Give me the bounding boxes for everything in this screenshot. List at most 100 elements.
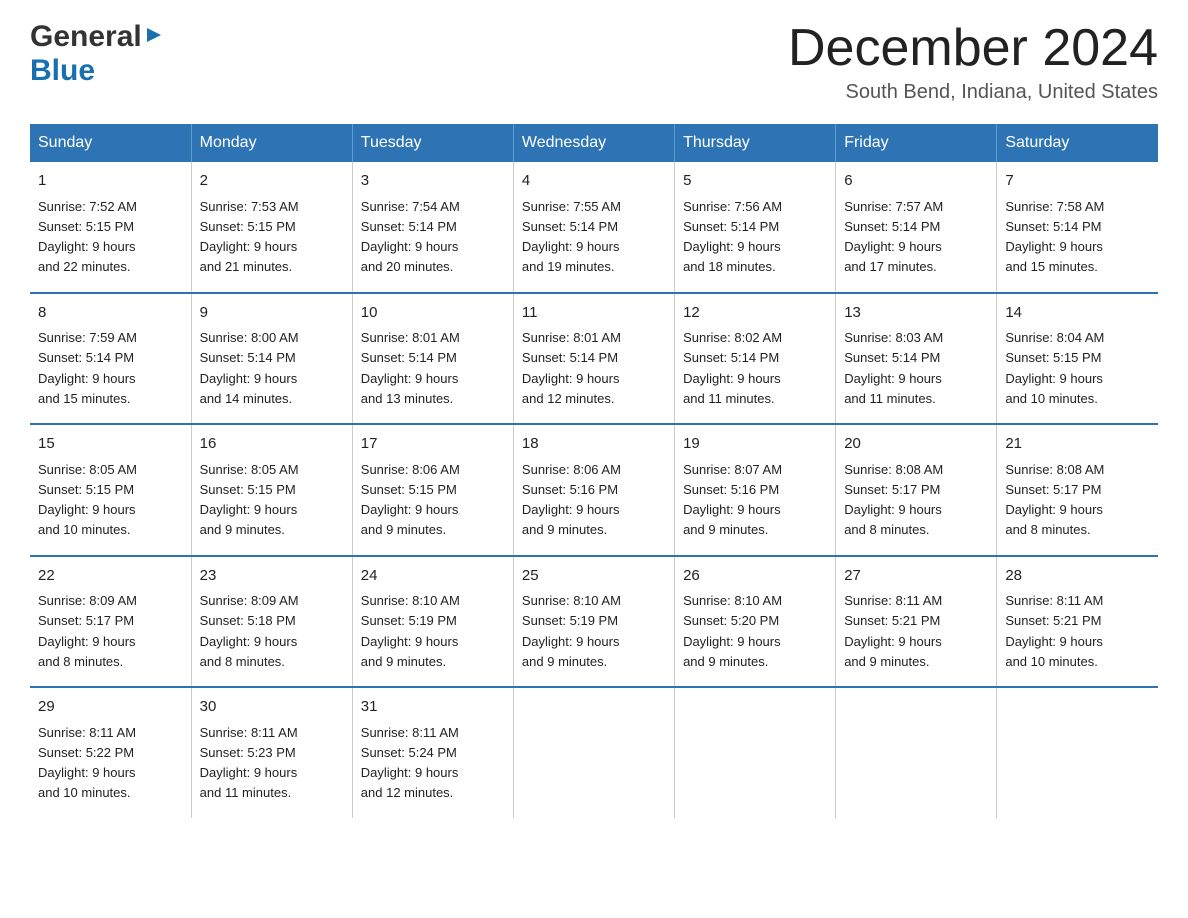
day-number: 2 bbox=[200, 170, 344, 193]
calendar-cell: 29 Sunrise: 8:11 AMSunset: 5:22 PMDaylig… bbox=[30, 687, 191, 818]
logo: General Blue bbox=[30, 20, 163, 88]
calendar-cell: 18 Sunrise: 8:06 AMSunset: 5:16 PMDaylig… bbox=[513, 424, 674, 556]
day-number: 18 bbox=[522, 433, 666, 456]
day-info: Sunrise: 8:05 AMSunset: 5:15 PMDaylight:… bbox=[38, 462, 137, 538]
calendar-cell: 17 Sunrise: 8:06 AMSunset: 5:15 PMDaylig… bbox=[352, 424, 513, 556]
day-info: Sunrise: 8:09 AMSunset: 5:18 PMDaylight:… bbox=[200, 593, 299, 669]
day-info: Sunrise: 8:02 AMSunset: 5:14 PMDaylight:… bbox=[683, 330, 782, 406]
day-number: 24 bbox=[361, 565, 505, 588]
logo-blue-text: Blue bbox=[30, 54, 95, 88]
month-title: December 2024 bbox=[788, 20, 1158, 77]
day-number: 8 bbox=[38, 302, 183, 325]
calendar-cell: 25 Sunrise: 8:10 AMSunset: 5:19 PMDaylig… bbox=[513, 556, 674, 688]
col-tuesday: Tuesday bbox=[352, 124, 513, 162]
day-number: 19 bbox=[683, 433, 827, 456]
day-info: Sunrise: 8:01 AMSunset: 5:14 PMDaylight:… bbox=[522, 330, 621, 406]
calendar-cell: 20 Sunrise: 8:08 AMSunset: 5:17 PMDaylig… bbox=[836, 424, 997, 556]
day-number: 14 bbox=[1005, 302, 1150, 325]
day-number: 6 bbox=[844, 170, 988, 193]
day-number: 20 bbox=[844, 433, 988, 456]
day-number: 12 bbox=[683, 302, 827, 325]
day-number: 25 bbox=[522, 565, 666, 588]
col-sunday: Sunday bbox=[30, 124, 191, 162]
day-info: Sunrise: 7:58 AMSunset: 5:14 PMDaylight:… bbox=[1005, 199, 1104, 275]
calendar-cell: 4 Sunrise: 7:55 AMSunset: 5:14 PMDayligh… bbox=[513, 162, 674, 293]
calendar-cell: 9 Sunrise: 8:00 AMSunset: 5:14 PMDayligh… bbox=[191, 293, 352, 425]
calendar-week-row-4: 22 Sunrise: 8:09 AMSunset: 5:17 PMDaylig… bbox=[30, 556, 1158, 688]
day-info: Sunrise: 8:11 AMSunset: 5:21 PMDaylight:… bbox=[1005, 593, 1103, 669]
day-info: Sunrise: 8:10 AMSunset: 5:19 PMDaylight:… bbox=[361, 593, 460, 669]
day-info: Sunrise: 7:52 AMSunset: 5:15 PMDaylight:… bbox=[38, 199, 137, 275]
day-number: 29 bbox=[38, 696, 183, 719]
calendar-cell: 27 Sunrise: 8:11 AMSunset: 5:21 PMDaylig… bbox=[836, 556, 997, 688]
day-info: Sunrise: 8:00 AMSunset: 5:14 PMDaylight:… bbox=[200, 330, 299, 406]
day-number: 26 bbox=[683, 565, 827, 588]
calendar-cell: 14 Sunrise: 8:04 AMSunset: 5:15 PMDaylig… bbox=[997, 293, 1158, 425]
calendar-cell: 19 Sunrise: 8:07 AMSunset: 5:16 PMDaylig… bbox=[675, 424, 836, 556]
day-number: 13 bbox=[844, 302, 988, 325]
day-number: 31 bbox=[361, 696, 505, 719]
calendar-cell: 3 Sunrise: 7:54 AMSunset: 5:14 PMDayligh… bbox=[352, 162, 513, 293]
day-number: 7 bbox=[1005, 170, 1150, 193]
calendar-table: Sunday Monday Tuesday Wednesday Thursday… bbox=[30, 124, 1158, 818]
day-number: 10 bbox=[361, 302, 505, 325]
day-info: Sunrise: 7:59 AMSunset: 5:14 PMDaylight:… bbox=[38, 330, 137, 406]
day-info: Sunrise: 8:11 AMSunset: 5:23 PMDaylight:… bbox=[200, 725, 298, 801]
day-number: 11 bbox=[522, 302, 666, 325]
calendar-cell: 30 Sunrise: 8:11 AMSunset: 5:23 PMDaylig… bbox=[191, 687, 352, 818]
calendar-cell: 8 Sunrise: 7:59 AMSunset: 5:14 PMDayligh… bbox=[30, 293, 191, 425]
calendar-cell: 2 Sunrise: 7:53 AMSunset: 5:15 PMDayligh… bbox=[191, 162, 352, 293]
calendar-cell bbox=[836, 687, 997, 818]
day-number: 22 bbox=[38, 565, 183, 588]
calendar-cell: 31 Sunrise: 8:11 AMSunset: 5:24 PMDaylig… bbox=[352, 687, 513, 818]
day-info: Sunrise: 7:53 AMSunset: 5:15 PMDaylight:… bbox=[200, 199, 299, 275]
calendar-cell: 11 Sunrise: 8:01 AMSunset: 5:14 PMDaylig… bbox=[513, 293, 674, 425]
day-number: 5 bbox=[683, 170, 827, 193]
calendar-cell: 7 Sunrise: 7:58 AMSunset: 5:14 PMDayligh… bbox=[997, 162, 1158, 293]
day-number: 27 bbox=[844, 565, 988, 588]
calendar-cell: 21 Sunrise: 8:08 AMSunset: 5:17 PMDaylig… bbox=[997, 424, 1158, 556]
day-info: Sunrise: 8:09 AMSunset: 5:17 PMDaylight:… bbox=[38, 593, 137, 669]
day-number: 1 bbox=[38, 170, 183, 193]
calendar-cell: 1 Sunrise: 7:52 AMSunset: 5:15 PMDayligh… bbox=[30, 162, 191, 293]
day-info: Sunrise: 8:11 AMSunset: 5:22 PMDaylight:… bbox=[38, 725, 136, 801]
calendar-cell: 5 Sunrise: 7:56 AMSunset: 5:14 PMDayligh… bbox=[675, 162, 836, 293]
calendar-cell: 16 Sunrise: 8:05 AMSunset: 5:15 PMDaylig… bbox=[191, 424, 352, 556]
calendar-header-row: Sunday Monday Tuesday Wednesday Thursday… bbox=[30, 124, 1158, 162]
logo-general-text: General bbox=[30, 20, 142, 54]
day-number: 9 bbox=[200, 302, 344, 325]
day-number: 28 bbox=[1005, 565, 1150, 588]
day-info: Sunrise: 8:08 AMSunset: 5:17 PMDaylight:… bbox=[844, 462, 943, 538]
day-info: Sunrise: 8:03 AMSunset: 5:14 PMDaylight:… bbox=[844, 330, 943, 406]
col-wednesday: Wednesday bbox=[513, 124, 674, 162]
location-text: South Bend, Indiana, United States bbox=[788, 81, 1158, 104]
col-monday: Monday bbox=[191, 124, 352, 162]
page-header: General Blue December 2024 South Bend, I… bbox=[30, 20, 1158, 104]
calendar-cell: 10 Sunrise: 8:01 AMSunset: 5:14 PMDaylig… bbox=[352, 293, 513, 425]
calendar-cell: 26 Sunrise: 8:10 AMSunset: 5:20 PMDaylig… bbox=[675, 556, 836, 688]
calendar-cell: 28 Sunrise: 8:11 AMSunset: 5:21 PMDaylig… bbox=[997, 556, 1158, 688]
col-friday: Friday bbox=[836, 124, 997, 162]
calendar-week-row-2: 8 Sunrise: 7:59 AMSunset: 5:14 PMDayligh… bbox=[30, 293, 1158, 425]
day-number: 4 bbox=[522, 170, 666, 193]
day-info: Sunrise: 8:06 AMSunset: 5:16 PMDaylight:… bbox=[522, 462, 621, 538]
day-info: Sunrise: 7:54 AMSunset: 5:14 PMDaylight:… bbox=[361, 199, 460, 275]
calendar-cell: 6 Sunrise: 7:57 AMSunset: 5:14 PMDayligh… bbox=[836, 162, 997, 293]
day-info: Sunrise: 8:11 AMSunset: 5:21 PMDaylight:… bbox=[844, 593, 942, 669]
day-info: Sunrise: 8:11 AMSunset: 5:24 PMDaylight:… bbox=[361, 725, 459, 801]
calendar-cell bbox=[675, 687, 836, 818]
calendar-week-row-1: 1 Sunrise: 7:52 AMSunset: 5:15 PMDayligh… bbox=[30, 162, 1158, 293]
day-info: Sunrise: 7:56 AMSunset: 5:14 PMDaylight:… bbox=[683, 199, 782, 275]
calendar-cell bbox=[513, 687, 674, 818]
calendar-cell: 22 Sunrise: 8:09 AMSunset: 5:17 PMDaylig… bbox=[30, 556, 191, 688]
day-number: 16 bbox=[200, 433, 344, 456]
day-info: Sunrise: 8:01 AMSunset: 5:14 PMDaylight:… bbox=[361, 330, 460, 406]
col-saturday: Saturday bbox=[997, 124, 1158, 162]
day-info: Sunrise: 8:05 AMSunset: 5:15 PMDaylight:… bbox=[200, 462, 299, 538]
day-info: Sunrise: 8:06 AMSunset: 5:15 PMDaylight:… bbox=[361, 462, 460, 538]
day-info: Sunrise: 7:57 AMSunset: 5:14 PMDaylight:… bbox=[844, 199, 943, 275]
calendar-cell: 23 Sunrise: 8:09 AMSunset: 5:18 PMDaylig… bbox=[191, 556, 352, 688]
calendar-cell: 15 Sunrise: 8:05 AMSunset: 5:15 PMDaylig… bbox=[30, 424, 191, 556]
day-info: Sunrise: 8:10 AMSunset: 5:20 PMDaylight:… bbox=[683, 593, 782, 669]
col-thursday: Thursday bbox=[675, 124, 836, 162]
